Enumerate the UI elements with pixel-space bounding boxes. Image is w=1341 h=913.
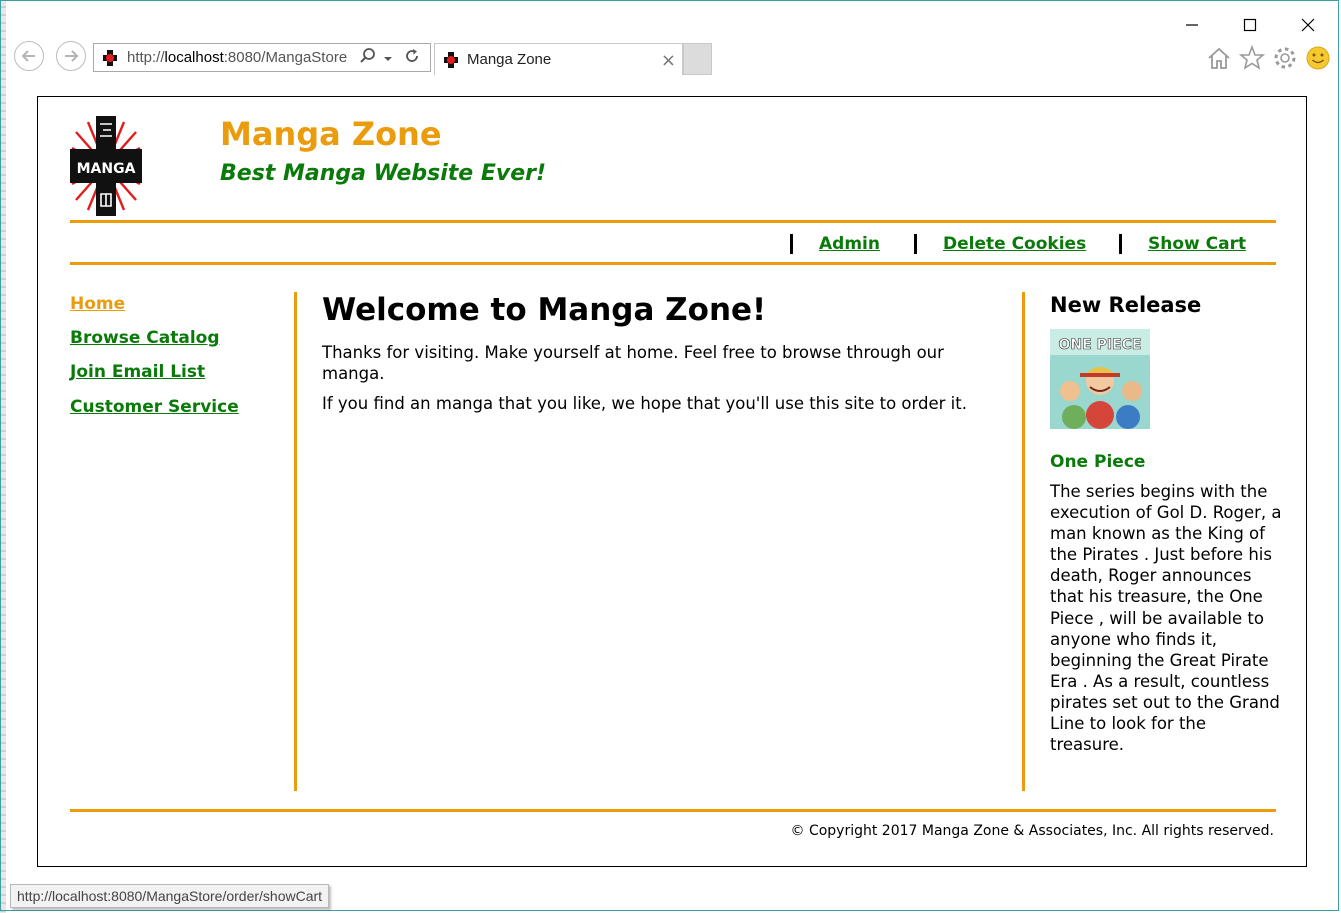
footer-divider [70,809,1276,812]
book-description: The series begins with the execution of … [1050,482,1282,755]
book-title-link[interactable]: One Piece [1050,452,1145,472]
top-nav-separator [914,234,917,254]
one-piece-cover-image[interactable]: ONE PIECE [1050,329,1150,429]
site-tagline: Best Manga Website Ever! [220,161,547,186]
tab-close-icon[interactable]: × [661,50,676,71]
address-url[interactable]: http://localhost:8080/MangaStore [127,49,353,66]
nav-divider [70,262,1276,265]
background-window-strip [0,0,6,913]
sidebar-divider [294,292,297,791]
aside-divider [1022,292,1025,791]
show-cart-link[interactable]: Show Cart [1148,234,1246,254]
delete-cookies-link[interactable]: Delete Cookies [943,234,1086,254]
tab-title: Manga Zone [467,51,552,68]
top-nav-separator [790,234,793,254]
dropdown-icon[interactable] [383,48,393,67]
forward-button[interactable] [56,41,86,71]
site-favicon [102,49,118,67]
settings-gear-icon[interactable] [1271,44,1299,72]
admin-link[interactable]: Admin [819,234,880,254]
top-nav-separator [1119,234,1122,254]
sidebar-item-browse-catalog[interactable]: Browse Catalog [70,328,220,348]
status-bar-url: http://localhost:8080/MangaStore/order/s… [10,884,330,908]
maximize-icon [1243,18,1257,32]
svg-text:ONE PIECE: ONE PIECE [1059,337,1142,353]
close-icon [1301,18,1315,32]
new-release-heading: New Release [1050,293,1202,317]
sidebar-item-home[interactable]: Home [70,294,125,314]
favorites-star-icon[interactable] [1238,44,1266,72]
back-icon [21,50,35,62]
back-button[interactable] [14,41,44,71]
minimize-button[interactable] [1172,8,1212,42]
browser-tab[interactable]: Manga Zone × [434,43,683,75]
welcome-paragraph: Thanks for visiting. Make yourself at ho… [322,343,944,383]
search-icon[interactable] [359,47,377,69]
forward-icon [65,50,79,62]
new-tab-button[interactable] [683,43,712,75]
smiley-feedback-icon[interactable] [1304,44,1332,72]
header-divider [70,220,1276,223]
minimize-icon [1186,24,1198,26]
close-window-button[interactable] [1288,8,1328,42]
maximize-button[interactable] [1230,8,1270,42]
manga-logo[interactable]: MANGA [70,116,142,216]
order-paragraph: If you find an manga that you like, we h… [322,394,967,413]
sidebar-item-customer-service[interactable]: Customer Service [70,397,239,417]
home-icon[interactable] [1205,44,1233,72]
address-bar[interactable]: http://localhost:8080/MangaStore [93,43,431,72]
page-container: MANGA Manga Zone Best Manga Website Ever… [37,96,1307,867]
refresh-icon[interactable] [403,47,421,69]
sidebar-item-join-email-list[interactable]: Join Email List [70,362,205,382]
tab-favicon [443,51,459,69]
copyright-text: © Copyright 2017 Manga Zone & Associates… [790,823,1275,839]
main-heading: Welcome to Manga Zone! [322,292,767,328]
svg-text:MANGA: MANGA [77,161,136,177]
site-title: Manga Zone [220,115,442,153]
